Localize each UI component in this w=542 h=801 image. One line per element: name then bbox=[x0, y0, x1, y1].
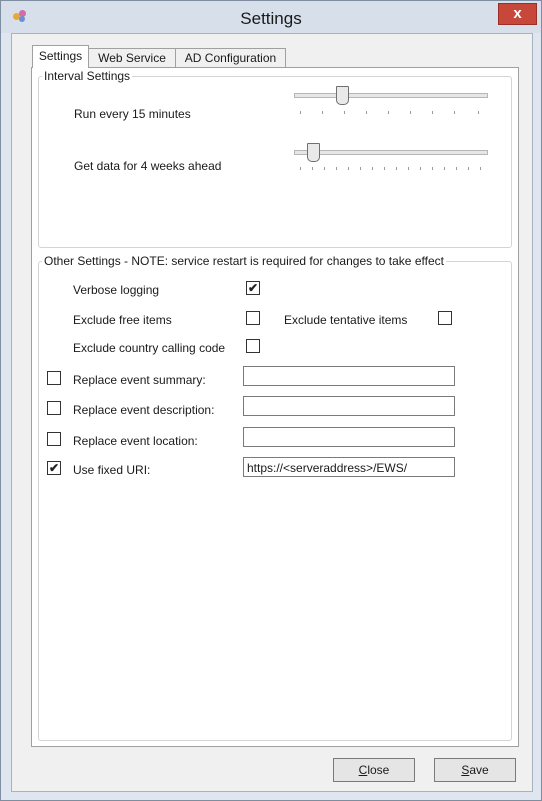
replace-description-label: Replace event description: bbox=[73, 403, 215, 417]
data-range-label: Get data for 4 weeks ahead bbox=[74, 159, 222, 173]
save-button[interactable]: Save bbox=[434, 758, 516, 782]
run-interval-slider-track bbox=[294, 93, 488, 98]
data-range-slider-track bbox=[294, 150, 488, 155]
settings-window: Settings x Settings Web Service AD Confi… bbox=[0, 0, 542, 801]
exclude-country-code-checkbox[interactable] bbox=[246, 339, 260, 353]
exclude-country-code-label: Exclude country calling code bbox=[73, 341, 226, 355]
data-range-slider[interactable] bbox=[307, 143, 320, 162]
replace-summary-checkbox[interactable] bbox=[47, 371, 61, 385]
verbose-logging-checkbox[interactable]: ✔ bbox=[246, 281, 260, 295]
tab-web-service[interactable]: Web Service bbox=[88, 48, 176, 67]
tab-settings[interactable]: Settings bbox=[32, 45, 89, 68]
exclude-tentative-items-checkbox[interactable] bbox=[438, 311, 452, 325]
exclude-tentative-items-label: Exclude tentative items bbox=[284, 313, 408, 327]
title-bar: Settings x bbox=[1, 1, 541, 33]
settings-tab-panel: Interval Settings Run every 15 minutes G… bbox=[31, 67, 519, 747]
use-fixed-uri-label: Use fixed URI: bbox=[73, 463, 151, 477]
other-settings-group bbox=[38, 261, 512, 741]
window-title: Settings bbox=[240, 9, 302, 28]
exclude-free-items-label: Exclude free items bbox=[73, 313, 172, 327]
replace-location-checkbox[interactable] bbox=[47, 432, 61, 446]
run-interval-label: Run every 15 minutes bbox=[74, 107, 191, 121]
other-settings-caption: Other Settings - NOTE: service restart i… bbox=[42, 254, 446, 268]
close-button-label: lose bbox=[367, 763, 390, 777]
verbose-logging-label: Verbose logging bbox=[73, 283, 160, 297]
replace-description-input[interactable] bbox=[243, 396, 455, 416]
fixed-uri-input[interactable]: https://<serveraddress>/EWS/ bbox=[243, 457, 455, 477]
client-area: Settings Web Service AD Configuration In… bbox=[11, 33, 533, 792]
tab-ad-configuration[interactable]: AD Configuration bbox=[175, 48, 286, 67]
replace-summary-input[interactable] bbox=[243, 366, 455, 386]
exclude-free-items-checkbox[interactable] bbox=[246, 311, 260, 325]
run-interval-slider[interactable] bbox=[336, 86, 349, 105]
close-window-button[interactable]: x bbox=[498, 3, 537, 25]
use-fixed-uri-checkbox[interactable]: ✔ bbox=[47, 461, 61, 475]
replace-location-input[interactable] bbox=[243, 427, 455, 447]
replace-summary-label: Replace event summary: bbox=[73, 373, 206, 387]
save-button-label: ave bbox=[469, 763, 489, 777]
close-button[interactable]: Close bbox=[333, 758, 415, 782]
replace-description-checkbox[interactable] bbox=[47, 401, 61, 415]
replace-location-label: Replace event location: bbox=[73, 434, 198, 448]
interval-settings-caption: Interval Settings bbox=[42, 69, 133, 83]
